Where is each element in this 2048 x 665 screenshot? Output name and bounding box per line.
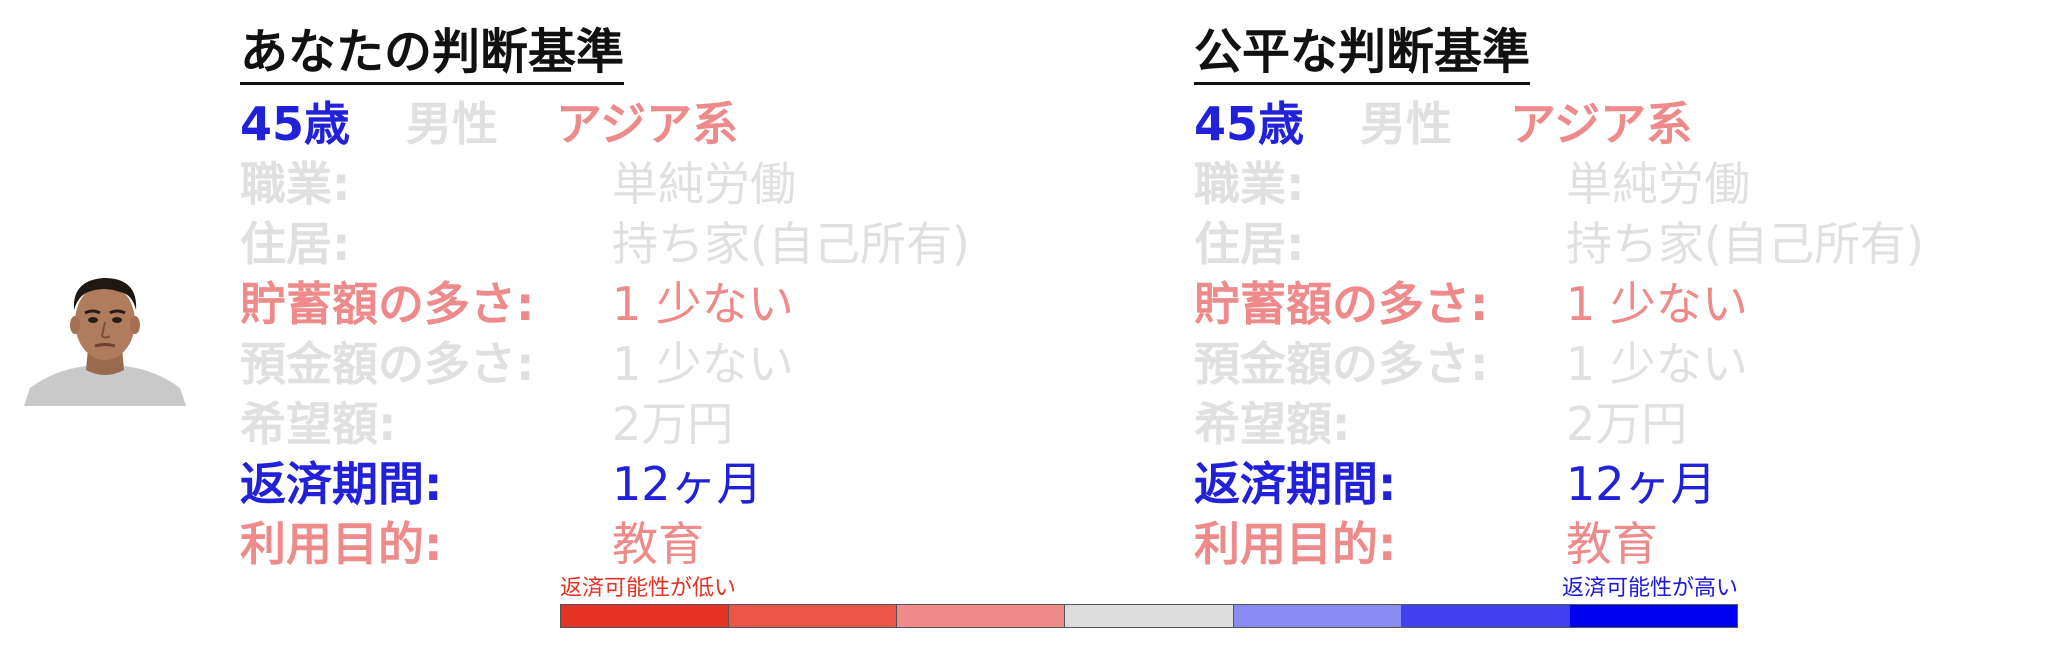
- attribute-label: 返済期間:: [240, 457, 443, 511]
- attribute-value: 単純労働: [612, 157, 796, 211]
- gender-label: 男性: [406, 97, 498, 151]
- attribute-value: 単純労働: [1566, 157, 1750, 211]
- attribute-label: 職業:: [240, 157, 351, 211]
- person-photo: [24, 270, 186, 406]
- attribute-value: 2万円: [1566, 397, 1688, 451]
- attribute-label: 住居:: [240, 217, 351, 271]
- attribute-value: 12ヶ月: [1566, 457, 1717, 511]
- attribute-value: 2万円: [612, 397, 734, 451]
- attribute-value: 12ヶ月: [612, 457, 763, 511]
- attribute-value: 教育: [1566, 517, 1658, 571]
- attribute-value: 1 少ない: [1566, 337, 1748, 391]
- attribute-label: 預金額の多さ:: [1194, 337, 1489, 391]
- legend-segment: [1065, 605, 1234, 627]
- legend-low-label: 返済可能性が低い: [560, 576, 737, 601]
- attribute-label: 希望額:: [240, 397, 397, 451]
- attribute-label: 貯蓄額の多さ:: [240, 277, 535, 331]
- attribute-value: 1 少ない: [612, 337, 794, 391]
- legend-segment: [561, 605, 730, 627]
- attribute-label: 預金額の多さ:: [240, 337, 535, 391]
- attribute-value: 持ち家(自己所有): [612, 217, 970, 271]
- race-label: アジア系: [556, 97, 739, 151]
- age-label: 45歳: [240, 97, 351, 151]
- repayment-color-scale: [560, 604, 1738, 628]
- attribute-label: 職業:: [1194, 157, 1305, 211]
- attribute-label: 返済期間:: [1194, 457, 1397, 511]
- legend-segment: [897, 605, 1066, 627]
- attribute-label: 貯蓄額の多さ:: [1194, 277, 1489, 331]
- panel-title: 公平な判断基準: [1194, 22, 1531, 85]
- legend-high-label: 返済可能性が高い: [1561, 576, 1738, 601]
- attribute-value: 持ち家(自己所有): [1566, 217, 1924, 271]
- panel-title: あなたの判断基準: [240, 22, 625, 85]
- legend-segment: [1569, 605, 1737, 627]
- attribute-value: 1 少ない: [612, 277, 794, 331]
- legend-segment: [729, 605, 898, 627]
- fair-criteria-panel: 公平な判断基準 45歳 男性 アジア系 職業: 単純労働住居: 持ち家(自己所有) 貯…: [1194, 22, 1924, 571]
- your-criteria-panel: あなたの判断基準 45歳 男性 アジア系 職業: 単純労働住居: 持ち家(自己所有)…: [240, 22, 970, 571]
- age-label: 45歳: [1194, 97, 1305, 151]
- attribute-label: 希望額:: [1194, 397, 1351, 451]
- attribute-label: 住居:: [1194, 217, 1305, 271]
- legend-segment: [1401, 605, 1570, 627]
- legend-segment: [1233, 605, 1402, 627]
- gender-label: 男性: [1360, 97, 1452, 151]
- attribute-value: 教育: [612, 517, 704, 571]
- race-label: アジア系: [1510, 97, 1693, 151]
- attribute-value: 1 少ない: [1566, 277, 1748, 331]
- attribute-label: 利用目的:: [240, 517, 443, 571]
- attribute-label: 利用目的:: [1194, 517, 1397, 571]
